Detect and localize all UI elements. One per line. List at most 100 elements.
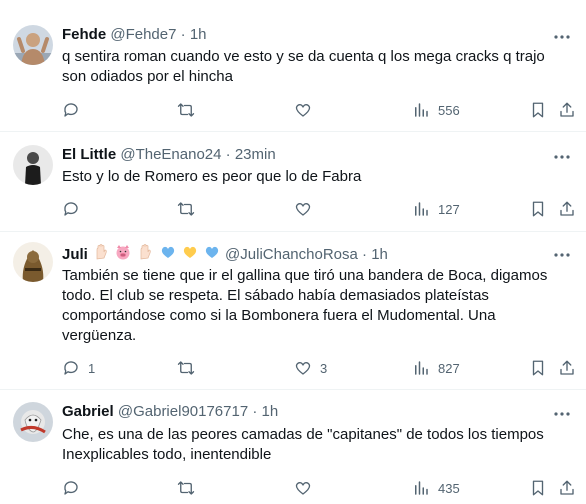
like-button[interactable] [294,199,320,219]
retweet-button[interactable] [177,199,203,219]
tweet[interactable]: Juli @JuliChanchoRosa · 1h También se ti… [0,232,586,390]
share-button[interactable] [558,199,576,219]
tweet-header: Gabriel @Gabriel90176717 · 1h [62,402,278,422]
bookmark-button[interactable] [529,199,547,219]
retweet-button[interactable] [177,100,203,120]
more-options-icon[interactable] [552,404,572,424]
more-options-icon[interactable] [552,245,572,265]
reply-feed: Fehde @Fehde7 · 1h q sentira roman cuand… [0,0,586,504]
author-name[interactable]: Juli [62,246,88,263]
author-name[interactable]: Gabriel [62,403,114,420]
tweet-header: El Little @TheEnano24 · 23min [62,145,276,165]
like-count: 3 [320,360,328,376]
reply-button[interactable] [62,100,88,120]
heart-icon [295,361,311,375]
timestamp[interactable]: 23min [235,146,276,163]
like-button[interactable] [294,100,320,120]
reply-icon [64,481,78,495]
tweet-header: Juli @JuliChanchoRosa · 1h [62,244,388,266]
avatar[interactable] [13,402,53,442]
raised-hand-icon [137,244,153,266]
like-button[interactable]: 3 [294,358,327,378]
views-chart-icon [415,361,428,375]
reply-icon [64,103,78,117]
tweet-text: Esto y lo de Romero es peor que lo de Fa… [62,168,362,185]
author-name[interactable]: El Little [62,146,116,163]
tweet-actions: 127 [62,199,582,219]
author-name[interactable]: Fehde [62,26,106,43]
timestamp[interactable]: 1h [262,403,279,420]
author-handle[interactable]: @Fehde7 [110,26,176,43]
reply-button[interactable]: 1 [62,358,95,378]
share-icon [560,201,574,216]
like-button[interactable] [294,478,320,498]
author-handle[interactable]: @TheEnano24 [120,146,221,163]
tweet-actions: 1 3 827 [62,358,582,378]
blue-heart-icon [204,244,220,266]
heart-icon [295,103,311,117]
separator-dot: · [252,403,258,420]
retweet-icon [177,361,195,375]
share-icon [560,360,574,375]
more-options-icon[interactable] [552,147,572,167]
views-chart-icon [415,103,428,117]
bookmark-button[interactable] [529,478,547,498]
blue-heart-icon [160,244,176,266]
author-handle[interactable]: @Gabriel90176717 [118,403,248,420]
reply-count: 1 [88,360,96,376]
retweet-button[interactable] [177,478,203,498]
tweet-text: También se tiene que ir el gallina que t… [62,267,548,344]
separator-dot: · [362,245,368,263]
avatar[interactable] [13,242,53,282]
share-icon [560,480,574,495]
share-icon [560,102,574,117]
share-button[interactable] [558,358,576,378]
view-count: 435 [438,480,460,496]
tweet[interactable]: El Little @TheEnano24 · 23min Esto y lo … [0,132,586,232]
author-handle[interactable]: @JuliChanchoRosa [225,246,358,263]
view-count: 827 [438,360,460,376]
avatar[interactable] [13,25,53,65]
separator-dot: · [180,26,186,43]
view-count: 127 [438,201,460,217]
timestamp[interactable]: 1h [371,246,388,263]
pig-face-icon [115,244,131,266]
bookmark-icon [532,201,544,217]
tweet[interactable]: Gabriel @Gabriel90176717 · 1h Che, es un… [0,390,586,504]
bookmark-button[interactable] [529,100,547,120]
views-button[interactable]: 556 [412,100,460,120]
heart-icon [295,202,311,216]
avatar[interactable] [13,145,53,185]
retweet-icon [177,202,195,216]
retweet-icon [177,481,195,495]
reply-button[interactable] [62,478,88,498]
tweet-actions: 435 [62,478,582,498]
heart-icon [295,481,311,495]
timestamp[interactable]: 1h [190,26,207,43]
tweet-actions: 556 [62,100,582,120]
bookmark-icon [532,360,544,376]
tweet[interactable]: Fehde @Fehde7 · 1h q sentira roman cuand… [0,0,586,132]
tweet-text: q sentira roman cuando ve esto y se da c… [62,48,545,85]
share-button[interactable] [558,100,576,120]
yellow-heart-icon [182,244,198,266]
share-button[interactable] [558,478,576,498]
views-button[interactable]: 827 [412,358,460,378]
tweet-text: Che, es una de las peores camadas de "ca… [62,426,544,463]
views-button[interactable]: 127 [412,199,460,219]
retweet-icon [177,103,195,117]
more-options-icon[interactable] [552,27,572,47]
views-chart-icon [415,202,428,216]
retweet-button[interactable] [177,358,203,378]
bookmark-button[interactable] [529,358,547,378]
reply-icon [64,202,78,216]
reply-icon [64,361,78,375]
raised-hand-icon [93,244,109,266]
bookmark-icon [532,480,544,496]
views-button[interactable]: 435 [412,478,460,498]
tweet-header: Fehde @Fehde7 · 1h [62,25,207,45]
reply-button[interactable] [62,199,88,219]
view-count: 556 [438,102,460,118]
separator-dot: · [225,146,231,163]
bookmark-icon [532,102,544,118]
